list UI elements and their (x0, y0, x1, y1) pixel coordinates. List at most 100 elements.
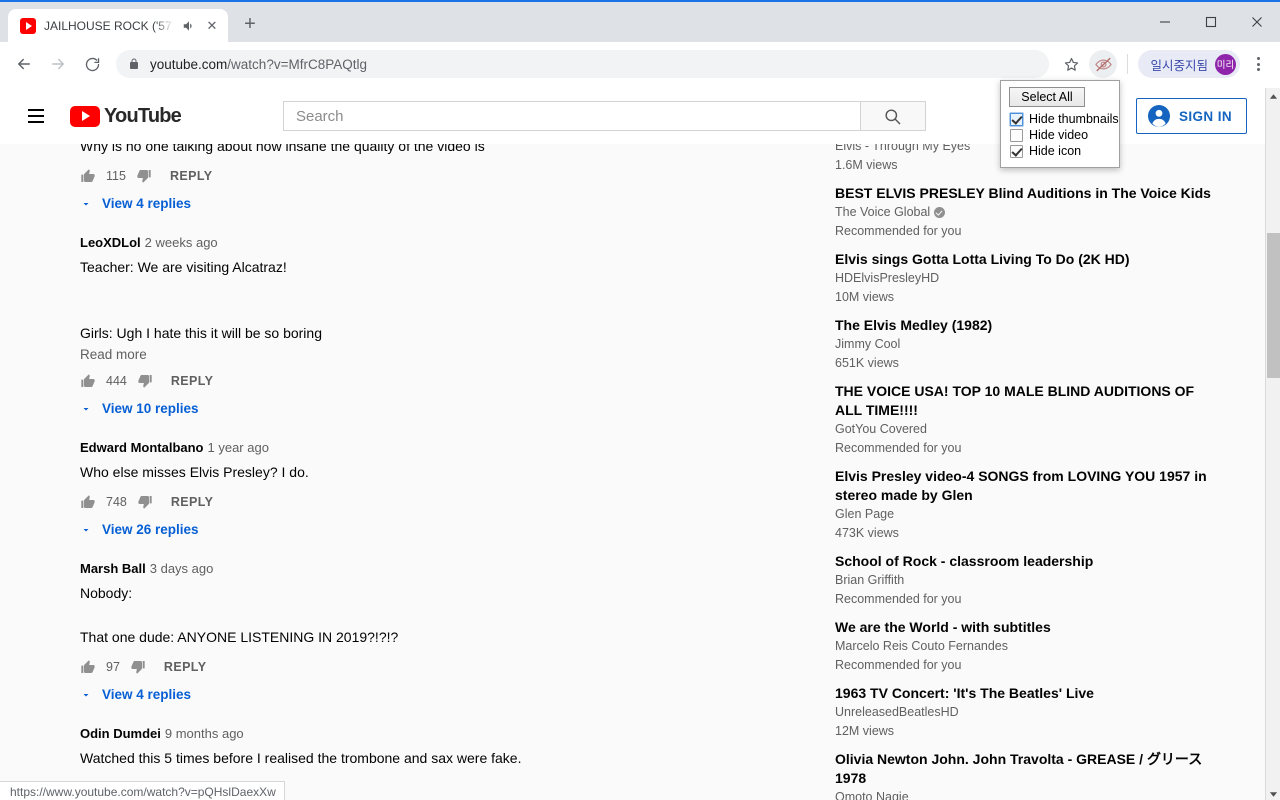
youtube-logo-text: YouTube (104, 104, 182, 127)
address-bar-url: youtube.com/watch?v=MfrC8PAQtlg (150, 57, 367, 72)
scroll-up-arrow-icon[interactable] (1266, 88, 1280, 104)
comment-reply-button[interactable]: REPLY (171, 495, 214, 509)
video-channel[interactable]: The Voice Global (835, 203, 1215, 222)
video-title[interactable]: BEST ELVIS PRESLEY Blind Auditions in Th… (835, 184, 1215, 203)
option-label: Hide icon (1029, 144, 1082, 158)
video-channel[interactable]: Brian Griffith (835, 571, 1215, 590)
search-input[interactable] (282, 101, 861, 131)
checkbox-hide-icon[interactable] (1010, 144, 1023, 158)
channel-name: GotYou Covered (835, 422, 927, 436)
video-channel[interactable]: Glen Page (835, 505, 1215, 524)
comment-timestamp: 2 weeks ago (144, 235, 218, 250)
view-replies-label: View 10 replies (102, 401, 199, 416)
maximize-icon[interactable] (1188, 2, 1234, 42)
profile-chip[interactable]: 일시중지됨 미리 (1138, 50, 1240, 78)
hamburger-menu-icon[interactable] (16, 96, 56, 136)
comment-reply-button[interactable]: REPLY (171, 374, 214, 388)
sidebar-video-item[interactable]: The Elvis Medley (1982) Jimmy Cool 651K … (835, 316, 1215, 373)
comment-reply-button[interactable]: REPLY (170, 169, 213, 183)
sidebar-video-item[interactable]: School of Rock - classroom leadership Br… (835, 552, 1215, 609)
select-all-button[interactable]: Select All (1009, 87, 1085, 107)
video-channel[interactable]: GotYou Covered (835, 420, 1215, 439)
address-bar[interactable]: youtube.com/watch?v=MfrC8PAQtlg (116, 50, 1050, 78)
comment-author[interactable]: Marsh Ball (80, 561, 146, 576)
comment-header: Edward Montalbano 1 year ago (80, 438, 800, 458)
comment-view-replies[interactable]: View 4 replies (80, 196, 800, 211)
comment-view-replies[interactable]: View 10 replies (80, 401, 800, 416)
sidebar-video-item[interactable]: Olivia Newton John. John Travolta - GREA… (835, 750, 1215, 800)
reload-icon[interactable] (76, 48, 108, 80)
video-title[interactable]: The Elvis Medley (1982) (835, 316, 1215, 335)
verified-badge-icon (934, 207, 946, 218)
forward-arrow-icon (42, 48, 74, 80)
option-hide-video[interactable]: Hide video (1001, 127, 1119, 143)
minimize-icon[interactable] (1142, 2, 1188, 42)
video-title[interactable]: 1963 TV Concert: 'It's The Beatles' Live (835, 684, 1215, 703)
checkbox-hide-thumbnails[interactable] (1010, 112, 1023, 126)
youtube-logo[interactable]: YouTube (70, 104, 182, 128)
thumbs-down-icon[interactable] (130, 659, 146, 675)
status-bar-link-preview: https://www.youtube.com/watch?v=pQHslDae… (0, 781, 285, 800)
comment-author[interactable]: LeoXDLol (80, 235, 141, 250)
video-meta: 473K views (835, 526, 899, 540)
option-label: Hide thumbnails (1029, 112, 1119, 126)
comment-view-replies[interactable]: View 26 replies (80, 522, 800, 537)
thumbs-up-icon[interactable] (80, 168, 96, 184)
window-controls (1142, 2, 1280, 42)
video-channel[interactable]: Marcelo Reis Couto Fernandes (835, 637, 1215, 656)
video-title[interactable]: Olivia Newton John. John Travolta - GREA… (835, 750, 1215, 788)
thumbs-down-icon[interactable] (136, 168, 152, 184)
sidebar-video-item[interactable]: BEST ELVIS PRESLEY Blind Auditions in Th… (835, 184, 1215, 241)
thumbs-up-icon[interactable] (80, 373, 96, 389)
video-title[interactable]: We are the World - with subtitles (835, 618, 1215, 637)
comment-text-line2: Girls: Ugh I hate this it will be so bor… (80, 325, 322, 341)
comment-item: Edward Montalbano 1 year ago Who else mis… (80, 438, 800, 537)
scrollbar-thumb[interactable] (1267, 233, 1280, 378)
channel-name: The Voice Global (835, 205, 931, 219)
sidebar-video-item[interactable]: We are the World - with subtitles Marcel… (835, 618, 1215, 675)
thumbs-down-icon[interactable] (137, 373, 153, 389)
video-title[interactable]: School of Rock - classroom leadership (835, 552, 1215, 571)
comment-author[interactable]: Odin Dumdei (80, 726, 161, 741)
window-close-icon[interactable] (1234, 2, 1280, 42)
channel-name: Marcelo Reis Couto Fernandes (835, 639, 1008, 653)
comment-view-replies[interactable]: View 4 replies (80, 687, 800, 702)
eye-slash-icon[interactable] (1089, 50, 1118, 78)
sidebar-video-item[interactable]: 1963 TV Concert: 'It's The Beatles' Live… (835, 684, 1215, 741)
comment-read-more[interactable]: Read more (80, 347, 800, 362)
option-hide-icon[interactable]: Hide icon (1001, 143, 1119, 159)
video-channel[interactable]: Jimmy Cool (835, 335, 1215, 354)
search-button[interactable] (860, 101, 926, 131)
speaker-icon[interactable] (182, 19, 196, 33)
option-hide-thumbnails[interactable]: Hide thumbnails (1001, 111, 1119, 127)
thumbs-down-icon[interactable] (137, 494, 153, 510)
comment-reply-button[interactable]: REPLY (164, 660, 207, 674)
video-channel[interactable]: Omoto Nagie (835, 788, 1215, 800)
sidebar-video-item[interactable]: THE VOICE USA! TOP 10 MALE BLIND AUDITIO… (835, 382, 1215, 458)
thumbs-up-icon[interactable] (80, 659, 96, 675)
comment-author[interactable]: Edward Montalbano (80, 440, 204, 455)
tab-close-icon[interactable]: ✕ (204, 18, 220, 34)
sidebar-video-item[interactable]: Elvis sings Gotta Lotta Living To Do (2K… (835, 250, 1215, 307)
new-tab-button[interactable]: + (236, 11, 264, 39)
video-title[interactable]: Elvis sings Gotta Lotta Living To Do (2K… (835, 250, 1215, 269)
browser-window: JAILHOUSE ROCK ('57): "Jail ✕ + (0, 0, 1280, 800)
star-icon[interactable] (1057, 50, 1085, 78)
three-dot-menu-icon[interactable] (1244, 50, 1272, 78)
sidebar-video-item[interactable]: Elvis Presley video-4 SONGS from LOVING … (835, 467, 1215, 543)
video-meta: 10M views (835, 290, 895, 304)
extension-popup: Select All Hide thumbnails Hide video Hi… (1000, 80, 1120, 168)
video-title[interactable]: Elvis Presley video-4 SONGS from LOVING … (835, 467, 1215, 505)
sign-in-button[interactable]: SIGN IN (1135, 98, 1247, 134)
video-channel[interactable]: HDElvisPresleyHD (835, 269, 1215, 288)
checkbox-hide-video[interactable] (1010, 128, 1023, 142)
browser-tab[interactable]: JAILHOUSE ROCK ('57): "Jail ✕ (8, 9, 228, 42)
video-channel[interactable]: UnreleasedBeatlesHD (835, 703, 1215, 722)
page-scrollbar[interactable] (1265, 88, 1280, 800)
comment-header: LeoXDLol 2 weeks ago (80, 233, 800, 253)
back-arrow-icon[interactable] (8, 48, 40, 80)
thumbs-up-icon[interactable] (80, 494, 96, 510)
scroll-down-arrow-icon[interactable] (1266, 786, 1280, 800)
video-title[interactable]: THE VOICE USA! TOP 10 MALE BLIND AUDITIO… (835, 382, 1215, 420)
channel-name: Omoto Nagie (835, 790, 909, 800)
